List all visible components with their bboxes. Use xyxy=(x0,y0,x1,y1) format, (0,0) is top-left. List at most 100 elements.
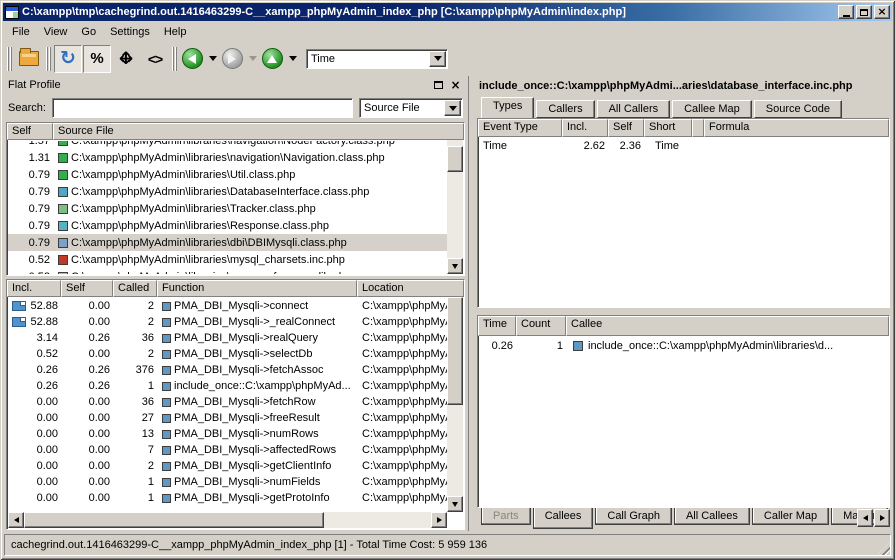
scroll-right-button[interactable] xyxy=(431,512,447,528)
scroll-left-button[interactable] xyxy=(8,512,24,528)
file-row[interactable]: 0.79C:\xampp\phpMyAdmin\libraries\dbi\DB… xyxy=(8,234,447,251)
function-row[interactable]: 0.000.002PMA_DBI_Mysqli->getClientInfoC:… xyxy=(8,458,447,474)
close-button[interactable]: × xyxy=(874,5,890,19)
column-header-incl[interactable]: Incl. xyxy=(562,119,608,137)
tab-callers[interactable]: Callers xyxy=(536,100,594,118)
column-header-event-type[interactable]: Event Type xyxy=(478,119,562,137)
tab-call-graph[interactable]: Call Graph xyxy=(595,508,672,525)
toolbar-handle[interactable] xyxy=(46,47,51,71)
menu-help[interactable]: Help xyxy=(157,23,194,41)
file-row[interactable]: 0.52C:\xampp\phpMyAdmin\libraries\user_p… xyxy=(8,268,447,274)
column-header-self[interactable]: Self xyxy=(7,123,53,140)
tab-scroll-left-button[interactable] xyxy=(857,509,873,527)
function-row[interactable]: 0.260.261include_once::C:\xampp\phpMyAd.… xyxy=(8,378,447,394)
fn-self-value: 0.00 xyxy=(62,444,114,456)
function-icon xyxy=(162,414,171,423)
column-header-called[interactable]: Called xyxy=(113,280,157,297)
back-button[interactable] xyxy=(180,45,204,73)
file-row[interactable]: 0.79C:\xampp\phpMyAdmin\libraries\Databa… xyxy=(8,183,447,200)
column-header-short[interactable]: Short xyxy=(644,119,692,137)
toolbar-handle[interactable] xyxy=(172,47,177,71)
function-row[interactable]: 0.260.26376PMA_DBI_Mysqli->fetchAssocC:\… xyxy=(8,362,447,378)
file-name-cell: C:\xampp\phpMyAdmin\libraries\Response.c… xyxy=(54,220,447,232)
tab-all-callees[interactable]: All Callees xyxy=(674,508,750,525)
dock-close-button[interactable]: × xyxy=(448,78,463,92)
relative-to-parent-button[interactable]: <> xyxy=(141,45,169,73)
scroll-thumb[interactable] xyxy=(24,512,324,528)
file-self-value: 0.79 xyxy=(8,186,54,198)
open-file-button[interactable] xyxy=(15,45,43,73)
function-row[interactable]: 0.000.0013PMA_DBI_Mysqli->numRowsC:\xamp… xyxy=(8,426,447,442)
menu-file[interactable]: File xyxy=(5,23,37,41)
file-row[interactable]: 1.57C:\xampp\phpMyAdmin\libraries\naviga… xyxy=(8,141,447,149)
tab-parts: Parts xyxy=(481,508,531,525)
back-dropdown[interactable] xyxy=(205,45,219,73)
cycle-detection-button[interactable]: ↔↕ xyxy=(112,45,140,73)
toolbar-handle[interactable] xyxy=(7,47,12,71)
function-row[interactable]: 52.880.002PMA_DBI_Mysqli->connectC:\xamp… xyxy=(8,298,447,314)
combo-dropdown-button[interactable] xyxy=(444,100,461,116)
event-type-combo[interactable]: Time xyxy=(306,49,448,69)
callee-row[interactable]: 0.261include_once::C:\xampp\phpMyAdmin\l… xyxy=(479,337,888,354)
column-header-self[interactable]: Self xyxy=(61,280,113,297)
file-row[interactable]: 0.79C:\xampp\phpMyAdmin\libraries\Tracke… xyxy=(8,200,447,217)
function-row[interactable]: 3.140.2636PMA_DBI_Mysqli->realQueryC:\xa… xyxy=(8,330,447,346)
file-row[interactable]: 0.52C:\xampp\phpMyAdmin\libraries\mysql_… xyxy=(8,251,447,268)
menu-settings[interactable]: Settings xyxy=(103,23,157,41)
scroll-thumb[interactable] xyxy=(447,146,463,172)
function-row[interactable]: 0.000.0036PMA_DBI_Mysqli->fetchRowC:\xam… xyxy=(8,394,447,410)
search-input[interactable] xyxy=(52,98,353,118)
forward-dropdown[interactable] xyxy=(245,45,259,73)
function-row[interactable]: 0.000.0027PMA_DBI_Mysqli->freeResultC:\x… xyxy=(8,410,447,426)
function-row[interactable]: 0.000.001PMA_DBI_Mysqli->getProtoInfoC:\… xyxy=(8,490,447,506)
column-header-incl[interactable]: Incl. xyxy=(7,280,61,297)
functions-vertical-scrollbar[interactable] xyxy=(447,281,463,512)
tab-callees[interactable]: Callees xyxy=(533,508,594,529)
column-header-empty[interactable] xyxy=(692,119,704,137)
function-row[interactable]: 0.000.001PMA_DBI_Mysqli->numFieldsC:\xam… xyxy=(8,474,447,490)
column-header-time[interactable]: Time xyxy=(478,316,516,336)
column-header-formula[interactable]: Formula xyxy=(704,119,889,137)
tab-all-callers[interactable]: All Callers xyxy=(597,100,671,118)
tab-types[interactable]: Types xyxy=(481,97,534,118)
maximize-button[interactable] xyxy=(856,5,872,19)
menu-view[interactable]: View xyxy=(37,23,75,41)
toolbar: ↻ % ↔↕ <> Time xyxy=(3,42,892,76)
combo-dropdown-button[interactable] xyxy=(429,51,446,67)
column-header-source-file[interactable]: Source File xyxy=(53,123,464,140)
tab-callee-map[interactable]: Callee Map xyxy=(672,100,752,118)
dock-title-bar[interactable]: Flat Profile × xyxy=(4,76,467,94)
percent-relative-button[interactable]: % xyxy=(83,45,111,73)
function-row[interactable]: 0.000.007PMA_DBI_Mysqli->affectedRowsC:\… xyxy=(8,442,447,458)
scroll-thumb[interactable] xyxy=(447,297,463,405)
function-icon xyxy=(162,318,171,327)
function-row[interactable]: 0.520.002PMA_DBI_Mysqli->selectDbC:\xamp… xyxy=(8,346,447,362)
column-header-count[interactable]: Count xyxy=(516,316,566,336)
dock-float-button[interactable] xyxy=(431,78,446,92)
column-header-location[interactable]: Location xyxy=(357,280,464,297)
tab-scroll-right-button[interactable] xyxy=(874,509,890,527)
minimize-button[interactable] xyxy=(838,5,854,19)
files-vertical-scrollbar[interactable] xyxy=(447,124,463,274)
function-row[interactable]: 52.880.002PMA_DBI_Mysqli->_realConnectC:… xyxy=(8,314,447,330)
scroll-down-button[interactable] xyxy=(447,258,463,274)
group-by-combo[interactable]: Source File xyxy=(359,98,463,118)
reload-button[interactable]: ↻ xyxy=(54,45,82,73)
tab-source-code[interactable]: Source Code xyxy=(754,100,842,118)
column-header-callee[interactable]: Callee xyxy=(566,316,889,336)
menu-go[interactable]: Go xyxy=(74,23,103,41)
functions-horizontal-scrollbar[interactable] xyxy=(8,512,447,528)
file-row[interactable]: 0.79C:\xampp\phpMyAdmin\libraries\Util.c… xyxy=(8,166,447,183)
scroll-down-button[interactable] xyxy=(447,496,463,512)
file-row[interactable]: 1.31C:\xampp\phpMyAdmin\libraries\naviga… xyxy=(8,149,447,166)
tab-caller-map[interactable]: Caller Map xyxy=(752,508,829,525)
column-header-function[interactable]: Function xyxy=(157,280,357,297)
forward-button[interactable] xyxy=(220,45,244,73)
up-button[interactable] xyxy=(260,45,284,73)
title-bar[interactable]: C:\xampp\tmp\cachegrind.out.1416463299-C… xyxy=(3,3,892,21)
event-type-row[interactable]: Time2.622.36Time xyxy=(479,138,888,154)
up-dropdown[interactable] xyxy=(285,45,299,73)
file-row[interactable]: 0.79C:\xampp\phpMyAdmin\libraries\Respon… xyxy=(8,217,447,234)
column-header-self[interactable]: Self xyxy=(608,119,644,137)
fn-name-cell: PMA_DBI_Mysqli->getClientInfo xyxy=(158,460,358,472)
